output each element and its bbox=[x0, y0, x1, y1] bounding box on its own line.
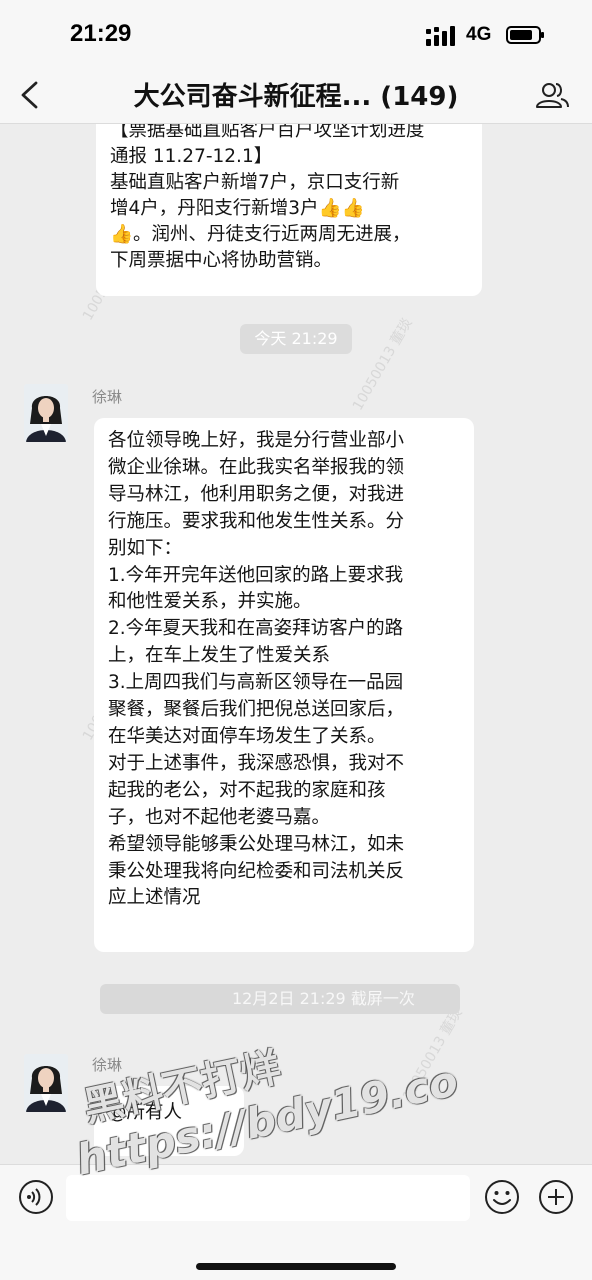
sender-name: 徐琳 bbox=[92, 388, 123, 406]
message-line: 2.今年夏天我和在高姿拜访客户的路 bbox=[108, 618, 404, 640]
message-line: 对于上述事件，我深感恐惧，我对不 bbox=[108, 752, 405, 774]
signal-icon bbox=[426, 26, 455, 46]
message-line: 和他性爱关系，并实施。 bbox=[108, 591, 312, 613]
message-bubble-previous[interactable]: 【票据基础直贴客户百户攻坚计划进度 通报 11.27-12.1】 基础直贴客户新… bbox=[96, 124, 482, 296]
group-members-icon[interactable] bbox=[534, 80, 570, 110]
message-line: 秉公处理我将向纪检委和司法机关反 bbox=[108, 860, 405, 882]
message-line: 各位领导晚上好，我是分行营业部小 bbox=[108, 430, 405, 451]
message-line: 增4户，丹阳支行新增3户👍👍 bbox=[110, 198, 365, 219]
message-line: 3.上周四我们与高新区领导在一品园 bbox=[108, 672, 404, 694]
message-line: 微企业徐琳。在此我实名举报我的领 bbox=[108, 456, 405, 478]
message-line: 希望领导能够秉公处理马林江，如未 bbox=[108, 833, 405, 855]
message-line: 基础直贴客户新增7户，京口支行新 bbox=[110, 172, 400, 193]
message-line: 子，也对不起他老婆马嘉。 bbox=[108, 806, 331, 828]
chat-watermark: 10050013 董琰 bbox=[349, 315, 416, 414]
voice-icon[interactable] bbox=[18, 1179, 54, 1215]
message-line: 在华美达对面停车场发生了关系。 bbox=[108, 725, 386, 747]
time-divider: 今天 21:29 bbox=[240, 324, 352, 354]
back-chevron-icon[interactable] bbox=[18, 80, 42, 110]
message-bubble-main[interactable]: 各位领导晚上好，我是分行营业部小 微企业徐琳。在此我实名举报我的领 导马林江，他… bbox=[94, 418, 474, 952]
home-indicator bbox=[196, 1263, 396, 1270]
message-line: 【票据基础直贴客户百户攻坚计划进度 bbox=[110, 124, 425, 141]
message-line: 上，在车上发生了性爱关系 bbox=[108, 645, 331, 667]
message-line: 行施压。要求我和他发生性关系。分 bbox=[108, 510, 405, 532]
message-line: 别如下： bbox=[108, 537, 183, 559]
message-line: 下周票据中心将协助营销。 bbox=[110, 250, 333, 271]
status-bar: 21:29 4G bbox=[0, 0, 592, 68]
status-time: 21:29 bbox=[70, 20, 132, 47]
message-list[interactable]: 10050013 董琰 10050013 董琰 10050013 董琰 1005… bbox=[0, 124, 592, 1164]
chat-header: 大公司奋斗新征程... (149) bbox=[0, 68, 592, 124]
emoji-icon[interactable] bbox=[484, 1179, 520, 1215]
avatar[interactable] bbox=[24, 384, 68, 442]
time-divider: 12月2日 21:29 截屏一次 bbox=[100, 984, 460, 1014]
network-label: 4G bbox=[466, 24, 492, 45]
battery-icon bbox=[506, 26, 544, 44]
message-line: 应上述情况 bbox=[108, 887, 201, 909]
message-line: 聚餐，聚餐后我们把倪总送回家后， bbox=[108, 699, 405, 721]
message-line: 👍。润州、丹徒支行近两周无进展， bbox=[110, 224, 411, 245]
message-line: 1.今年开完年送他回家的路上要求我 bbox=[108, 564, 404, 586]
message-line: 导马林江，他利用职务之便，对我进 bbox=[108, 483, 405, 505]
message-line: 通报 11.27-12.1】 bbox=[110, 146, 273, 167]
profile-photo-icon bbox=[24, 384, 68, 442]
plus-icon[interactable] bbox=[538, 1179, 574, 1215]
message-line: 起我的老公，对不起我的家庭和孩 bbox=[108, 779, 386, 801]
chat-title[interactable]: 大公司奋斗新征程... (149) bbox=[100, 76, 492, 113]
